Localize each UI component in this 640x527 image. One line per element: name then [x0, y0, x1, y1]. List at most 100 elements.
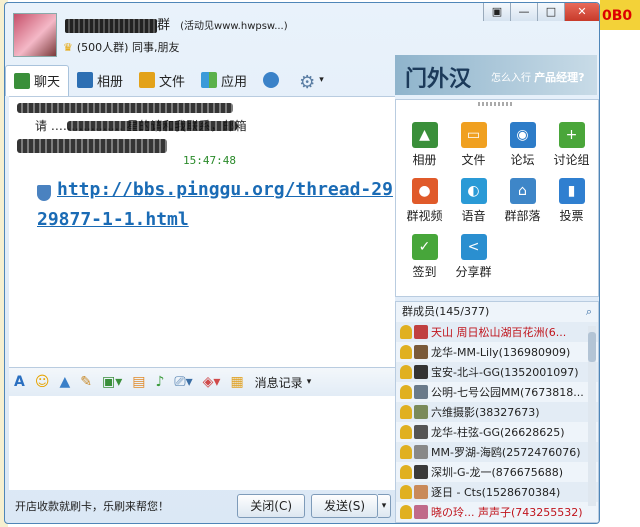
member-row[interactable]: 晓の玲... 声声子(743255532) — [396, 502, 598, 522]
member-role-icon — [400, 425, 412, 439]
member-row[interactable]: 公明-七号公园MM(7673818... — [396, 382, 598, 402]
shake-icon[interactable]: ◈▾ — [203, 374, 221, 390]
blurred-name — [65, 18, 157, 33]
member-role-icon — [400, 485, 412, 499]
app-label: 语音 — [461, 209, 486, 223]
app-icon: ▮ — [558, 178, 585, 204]
settings-button[interactable]: ⚙ ▾ — [291, 66, 332, 94]
member-avatar — [414, 385, 428, 399]
tab-file[interactable]: 文件 — [131, 66, 193, 94]
ad-title: 门外汉 — [405, 66, 472, 92]
app-9[interactable]: < 分享群 — [449, 234, 498, 280]
app-0[interactable]: ▲ 相册 — [400, 122, 449, 168]
minimize-button[interactable]: — — [510, 3, 537, 21]
app-5[interactable]: ◐ 语音 — [449, 178, 498, 224]
emoji-icon[interactable]: ☺ — [35, 374, 50, 390]
member-avatar — [414, 465, 428, 479]
member-role-icon — [400, 465, 412, 479]
member-avatar — [414, 365, 428, 379]
message-input[interactable] — [9, 396, 395, 490]
chat-history[interactable]: 请 ……………… 星的请和我联系，邮箱 15:47:48 http://bbs.… — [9, 96, 395, 367]
font-icon[interactable]: A — [14, 374, 25, 390]
member-scrollbar[interactable] — [588, 326, 596, 506]
app-panel: ▲ 相册 ▭ 文件 ◉ 论坛 + 讨论组 ● 群视频 ◐ 语音 ⌂ 群部落 ▮ 投票 ✓ 签到 < 分享群 — [395, 99, 599, 297]
send-options-button[interactable]: ▾ — [378, 494, 391, 518]
message-link[interactable]: http://bbs.pinggu.org/thread-2929877-1-1… — [37, 175, 393, 235]
member-avatar — [414, 345, 428, 359]
app-icon: ◉ — [509, 122, 536, 148]
member-role-icon — [400, 345, 412, 359]
app-label: 分享群 — [455, 265, 492, 279]
member-row[interactable]: 宝安-北斗-GG(1352001097) — [396, 362, 598, 382]
skin-button[interactable]: ▣ — [483, 3, 510, 21]
magic-icon[interactable]: ▲ — [59, 374, 70, 390]
app-icon: < — [460, 234, 487, 260]
search-icon[interactable]: ⌕ — [586, 302, 592, 322]
image-icon[interactable]: ▣▾ — [102, 374, 122, 390]
member-name: 六维摄影(38327673) — [431, 406, 540, 419]
member-count: 群成员(145/377) — [402, 305, 490, 318]
app-icon: ⌂ — [509, 178, 536, 204]
member-row[interactable]: 逐日 - Cts(1528670384) — [396, 482, 598, 502]
ad-banner[interactable]: 门外汉 怎么入行 产品经理? — [395, 55, 597, 95]
member-row[interactable]: 六维摄影(38327673) — [396, 402, 598, 422]
send-button[interactable]: 发送(S) — [311, 494, 378, 518]
tab-app[interactable]: 应用 — [193, 66, 255, 94]
app-icon — [201, 72, 218, 88]
member-role-icon — [400, 405, 412, 419]
music-icon[interactable]: ♪ — [155, 374, 164, 390]
member-avatar — [414, 485, 428, 499]
member-row[interactable]: MM-罗湖-海鸥(2572476076) — [396, 442, 598, 462]
member-header: 群成员(145/377) ⌕ — [396, 302, 598, 322]
app-4[interactable]: ● 群视频 — [400, 178, 449, 224]
app-6[interactable]: ⌂ 群部落 — [498, 178, 547, 224]
app-grid: ▲ 相册 ▭ 文件 ◉ 论坛 + 讨论组 ● 群视频 ◐ 语音 ⌂ 群部落 ▮ 投票 ✓ 签到 < 分享群 — [400, 122, 596, 280]
member-row[interactable]: 深圳-G-龙一(876675688) — [396, 462, 598, 482]
group-name[interactable]: 群 (活动见www.hwpsw...) — [65, 14, 288, 33]
tab-chat-label: 聊天 — [34, 75, 61, 90]
member-panel: 群成员(145/377) ⌕ 天山 周日松山湖百花洲(6... 龙华-MM-Lily… — [395, 301, 599, 523]
note-icon[interactable]: ✎ — [80, 374, 92, 390]
tab-chat[interactable]: 聊天 — [5, 64, 70, 96]
screenshot-icon[interactable]: ⎚▾ — [174, 374, 192, 390]
app-8[interactable]: ✓ 签到 — [400, 234, 449, 280]
tab-album[interactable]: 相册 — [69, 66, 131, 94]
member-row[interactable]: 龙华-柱弦-GG(26628625) — [396, 422, 598, 442]
app-icon: ◐ — [460, 178, 487, 204]
file-icon — [139, 72, 156, 88]
blurred-text — [67, 121, 237, 131]
member-avatar — [414, 425, 428, 439]
app-label: 论坛 — [510, 153, 535, 167]
close-button[interactable]: 关闭(C) — [237, 494, 306, 518]
app-icon: ▭ — [460, 122, 487, 148]
add-member-button[interactable] — [255, 66, 291, 94]
app-2[interactable]: ◉ 论坛 — [498, 122, 547, 168]
app-label: 投票 — [559, 209, 584, 223]
app-label: 签到 — [412, 265, 437, 279]
member-row[interactable]: 天山 周日松山湖百花洲(6... — [396, 322, 598, 342]
message-history-button[interactable]: 消息记录 — [255, 374, 303, 391]
gear-icon: ⚙ — [299, 72, 316, 93]
group-avatar[interactable] — [13, 13, 57, 57]
group-subtitle: ♛ (500人群) 同事,朋友 — [63, 39, 179, 55]
member-role-icon — [400, 445, 412, 459]
member-name: 龙华-柱弦-GG(26628625) — [431, 426, 565, 439]
member-name: MM-罗湖-海鸥(2572476076) — [431, 446, 581, 459]
member-avatar — [414, 325, 428, 339]
app-1[interactable]: ▭ 文件 — [449, 122, 498, 168]
app-icon: ● — [411, 178, 438, 204]
app-3[interactable]: + 讨论组 — [547, 122, 596, 168]
app-7[interactable]: ▮ 投票 — [547, 178, 596, 224]
app-label: 讨论组 — [553, 153, 590, 167]
member-role-icon — [400, 505, 412, 519]
group-size: (500人群) 同事,朋友 — [76, 41, 180, 54]
bottom-bar: 开店收款就刷卡，乐刷来帮您！ 关闭(C) 发送(S) ▾ — [9, 491, 395, 521]
member-row[interactable]: 龙华-MM-Lily(136980909) — [396, 342, 598, 362]
promo-link[interactable]: 开店收款就刷卡，乐刷来帮您！ — [9, 498, 237, 514]
doc-icon[interactable]: ▤ — [132, 374, 145, 390]
app-label: 文件 — [461, 153, 486, 167]
maximize-button[interactable]: □ — [537, 3, 564, 21]
panel-grip[interactable] — [478, 102, 514, 106]
close-window-button[interactable]: ✕ — [564, 3, 599, 21]
member-name: 逐日 - Cts(1528670384) — [431, 486, 561, 499]
